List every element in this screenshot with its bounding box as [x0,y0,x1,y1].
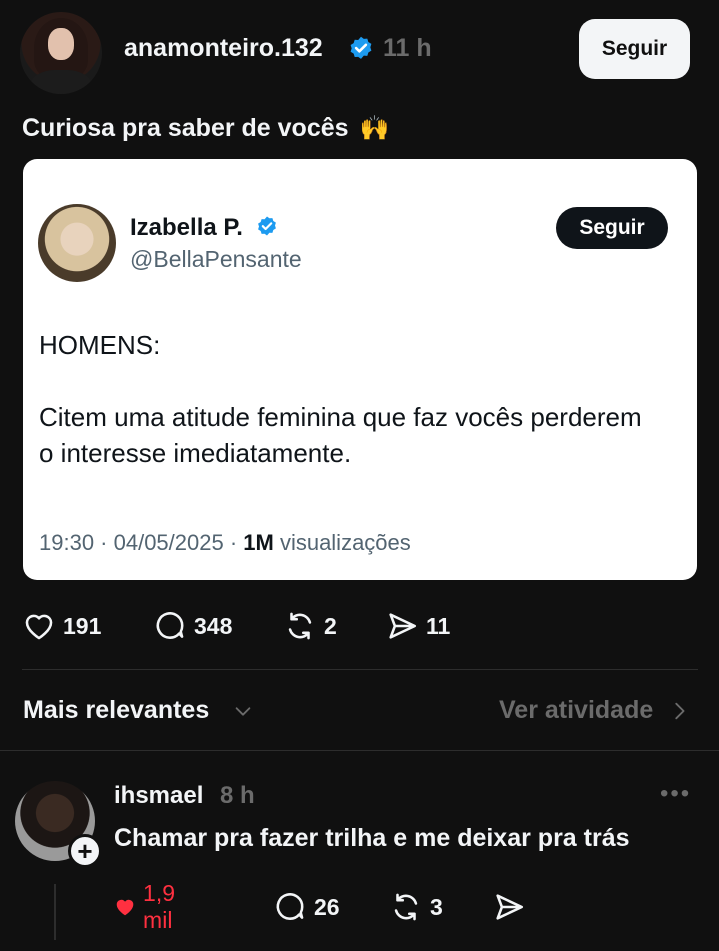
like-count: 191 [63,612,102,639]
tweet-author-handle: @BellaPensante [130,246,302,272]
commenter-username[interactable]: ihsmael [114,782,203,810]
post-header: anamonteiro.132 11 h Seguir [0,0,719,100]
tweet-follow-button: Seguir [556,207,668,249]
tweet-views-count: 1M [243,530,274,555]
comment-icon [156,612,184,639]
comment-reply-count: 26 [314,893,340,920]
follow-button[interactable]: Seguir [579,19,690,79]
post-time: 11 h [383,34,432,62]
repost-count: 2 [324,612,337,639]
tweet-verified-badge-icon [258,216,276,236]
caption-text: Curiosa pra saber de vocês [22,114,349,142]
raised-hands-emoji: 🙌 [359,115,390,142]
author-avatar[interactable] [20,12,102,94]
share-icon [389,613,417,639]
tweet-body: HOMENS: Citem uma atitude feminina que f… [39,327,659,507]
tweet-views-label: visualizações [273,530,411,555]
author-username[interactable]: anamonteiro.132 [124,34,323,63]
reply-button[interactable]: 348 [153,606,232,646]
comment-like-count: 1,9 mil [143,880,176,933]
repost-icon [288,612,312,640]
tweet-meta: 19:30 · 04/05/2025 · 1M visualizações [39,530,411,556]
follow-plus-icon[interactable]: + [68,834,102,868]
chevron-right-icon[interactable] [670,700,688,722]
sort-dropdown[interactable]: Mais relevantes [23,696,209,725]
verified-badge-icon [350,36,372,59]
share-icon [496,894,524,920]
repost-button[interactable]: 2 [283,606,337,646]
more-icon[interactable]: ••• [660,780,691,808]
tweet-author-name: Izabella P. [130,214,243,241]
comment-time: 8 h [220,782,255,809]
chevron-down-icon[interactable] [232,700,254,722]
comment-like-button[interactable]: 1,9 mil [114,880,187,933]
comment-text: Chamar pra fazer trilha e me deixar pra … [114,824,630,852]
comment-icon [276,893,304,920]
divider [0,750,719,751]
repost-icon [394,893,418,921]
tweet-body-line: HOMENS: [39,330,161,360]
reply-count: 348 [194,612,233,639]
embedded-tweet-image[interactable]: Izabella P. @BellaPensante Seguir HOMENS… [23,159,697,580]
comment-repost-count: 3 [430,893,443,920]
thread-line [54,884,56,940]
comment-repost-button[interactable]: 3 [389,887,443,927]
heart-filled-icon [116,899,134,916]
divider [22,669,698,670]
tweet-timestamp: 19:30 · 04/05/2025 · [39,530,244,555]
share-count: 11 [426,612,451,639]
comment-reply-button[interactable]: 26 [273,887,340,927]
comment-share-button[interactable] [492,887,526,927]
like-button[interactable]: 191 [22,606,101,646]
heart-icon [25,614,53,640]
share-button[interactable]: 11 [385,606,450,646]
post-caption: Curiosa pra saber de vocês 🙌 [22,114,389,143]
sort-row: Mais relevantes Ver atividade [0,690,719,734]
tweet-body-line: Citem uma atitude feminina que faz vocês… [39,402,642,468]
view-activity-link[interactable]: Ver atividade [499,696,653,725]
tweet-author-avatar [38,204,116,282]
